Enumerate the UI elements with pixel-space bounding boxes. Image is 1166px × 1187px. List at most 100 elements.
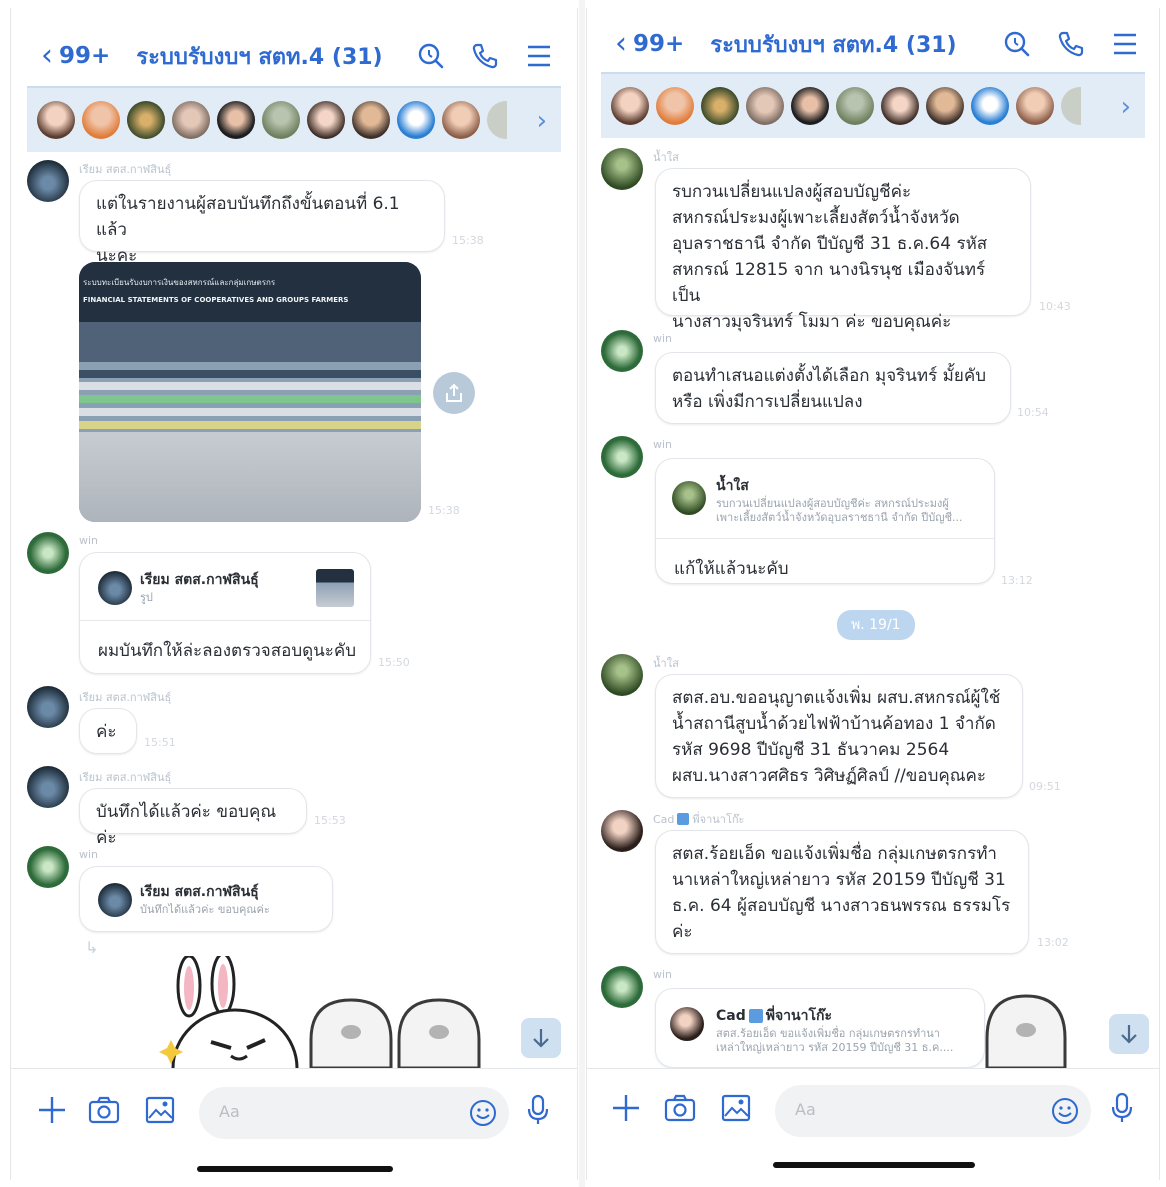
member-avatar[interactable] xyxy=(971,87,1009,125)
member-avatar[interactable] xyxy=(926,87,964,125)
sender-avatar[interactable] xyxy=(601,148,643,190)
back-button[interactable]: ‹ 99+ xyxy=(615,29,684,59)
search-icon[interactable] xyxy=(415,40,447,72)
sender-avatar[interactable] xyxy=(601,330,643,372)
plus-icon[interactable] xyxy=(609,1091,643,1125)
member-avatar[interactable] xyxy=(397,101,435,139)
phone-icon[interactable] xyxy=(469,40,501,72)
message-input[interactable]: Aa xyxy=(199,1087,509,1139)
message-input[interactable]: Aa xyxy=(775,1085,1091,1137)
message-text: ธ.ค. 64 ผู้สอบบัญชี นางสาวธนพรรณ ธรรมโร xyxy=(672,896,1011,916)
member-avatar[interactable] xyxy=(82,101,120,139)
message-bubble[interactable]: สตส.ร้อยเอ็ด ขอแจ้งเพิ่มชื่อ กลุ่มเกษตรก… xyxy=(655,830,1029,954)
image-region xyxy=(79,421,421,429)
hamburger-menu-icon[interactable] xyxy=(1109,28,1141,60)
phone-icon[interactable] xyxy=(1055,28,1087,60)
camera-icon[interactable] xyxy=(87,1093,121,1127)
shared-image[interactable]: ระบบทะเบียนรับงบการเงินของสหกรณ์และกลุ่ม… xyxy=(79,262,421,522)
reply-bubble[interactable]: เรียม สตส.กาฬสินธุ์ รูป ผมบันทึกให้ล่ะลอ… xyxy=(79,552,371,674)
member-avatar[interactable] xyxy=(37,101,75,139)
reply-bubble[interactable]: น้ำใส รบกวนเปลี่ยนแปลงผู้สอบบัญชีค่ะ สหก… xyxy=(655,458,995,584)
quoted-preview: รบกวนเปลี่ยนแปลงผู้สอบบัญชีค่ะ สหกรณ์ประ… xyxy=(716,497,949,510)
image-icon[interactable] xyxy=(143,1093,177,1127)
back-button[interactable]: ‹ 99+ xyxy=(41,41,110,71)
search-icon[interactable] xyxy=(1001,28,1033,60)
image-region xyxy=(79,395,421,403)
emoji-icon[interactable] xyxy=(1051,1097,1079,1129)
member-avatar[interactable] xyxy=(172,101,210,139)
message-bubble[interactable]: สตส.อบ.ขออนุญาตแจ้งเพิ่ม ผสบ.สหกรณ์ผู้ใช… xyxy=(655,674,1023,798)
message-bubble[interactable]: รบกวนเปลี่ยนแปลงผู้สอบบัญชีค่ะ สหกรณ์ประ… xyxy=(655,168,1031,332)
member-avatar[interactable] xyxy=(127,101,165,139)
sender-name-text: Cad xyxy=(653,812,675,826)
plus-icon[interactable] xyxy=(35,1093,69,1127)
sender-name: win xyxy=(79,848,99,861)
member-avatar[interactable] xyxy=(881,87,919,125)
member-avatar[interactable] xyxy=(262,101,300,139)
sender-avatar[interactable] xyxy=(601,436,643,478)
sender-avatar[interactable] xyxy=(27,766,69,808)
reply-bubble[interactable]: เรียม สตส.กาฬสินธุ์ บันทึกได้แล้วค่ะ ขอบ… xyxy=(79,866,333,932)
camera-icon[interactable] xyxy=(663,1091,697,1125)
member-avatar[interactable] xyxy=(656,87,694,125)
member-avatar[interactable] xyxy=(1016,87,1054,125)
image-caption: ระบบทะเบียนรับงบการเงินของสหกรณ์และกลุ่ม… xyxy=(83,278,276,287)
microphone-icon[interactable] xyxy=(521,1093,555,1127)
sender-avatar[interactable] xyxy=(27,532,69,574)
member-avatar-strip[interactable]: › xyxy=(27,86,561,152)
chevron-left-icon: ‹ xyxy=(41,38,53,73)
member-avatar[interactable] xyxy=(442,101,480,139)
message-bubble[interactable]: ตอนทำเสนอแต่งตั้งได้เลือก มุจรินทร์ มั้ย… xyxy=(655,352,1011,424)
badge-icon xyxy=(677,813,690,825)
hamburger-menu-icon[interactable] xyxy=(523,40,555,72)
member-avatar[interactable] xyxy=(1061,87,1081,125)
image-header-band xyxy=(79,262,421,322)
sender-avatar[interactable] xyxy=(27,846,69,888)
image-icon[interactable] xyxy=(719,1091,753,1125)
home-indicator[interactable] xyxy=(773,1162,975,1168)
arrow-down-icon[interactable] xyxy=(1109,1014,1149,1054)
member-avatar[interactable] xyxy=(307,101,345,139)
member-avatar-strip[interactable]: › xyxy=(601,72,1145,138)
quoted-avatar xyxy=(98,883,132,917)
member-avatar[interactable] xyxy=(746,87,784,125)
sender-avatar[interactable] xyxy=(27,686,69,728)
member-avatar[interactable] xyxy=(791,87,829,125)
share-icon[interactable] xyxy=(433,372,475,414)
emoji-icon[interactable] xyxy=(469,1099,497,1131)
chevron-right-icon[interactable]: › xyxy=(1121,92,1131,122)
sender-avatar[interactable] xyxy=(27,160,69,202)
message-text: ตอนทำเสนอแต่งตั้งได้เลือก มุจรินทร์ มั้ย… xyxy=(672,366,986,386)
image-caption: FINANCIAL STATEMENTS OF COOPERATIVES AND… xyxy=(83,296,349,304)
badge-icon xyxy=(748,1009,763,1023)
left-phone-screen: ‹ 99+ ระบบรับงบฯ สตท.4 (31) › เรียม สตส.… xyxy=(10,8,578,1180)
message-time: 15:38 xyxy=(428,504,460,517)
sender-avatar[interactable] xyxy=(601,810,643,852)
chat-header: ‹ 99+ ระบบรับงบฯ สตท.4 (31) xyxy=(11,24,577,88)
right-phone-screen: ‹ 99+ ระบบรับงบฯ สตท.4 (31) › น้ำใส รบกว… xyxy=(586,8,1160,1180)
message-input-bar: Aa xyxy=(11,1068,577,1168)
sender-avatar[interactable] xyxy=(601,654,643,696)
message-bubble[interactable]: ค่ะ xyxy=(79,708,137,754)
message-bubble[interactable]: แต่ในรายงานผู้สอบบันทึกถึงขั้นตอนที่ 6.1… xyxy=(79,180,445,266)
member-avatar[interactable] xyxy=(487,101,507,139)
message-bubble[interactable]: บันทึกได้แล้วค่ะ ขอบคุณค่ะ xyxy=(79,788,307,848)
member-avatar[interactable] xyxy=(611,87,649,125)
arrow-down-icon[interactable] xyxy=(521,1018,561,1058)
chevron-right-icon[interactable]: › xyxy=(537,106,547,136)
member-avatar[interactable] xyxy=(217,101,255,139)
reply-bubble[interactable]: Cad พี่จานาโก๊ะ สตส.ร้อยเอ็ด ขอแจ้งเพิ่ม… xyxy=(655,988,985,1068)
message-time: 15:50 xyxy=(378,656,410,669)
member-avatar[interactable] xyxy=(352,101,390,139)
image-region xyxy=(79,370,421,378)
seal-sticker[interactable] xyxy=(307,996,487,1070)
seal-sticker[interactable] xyxy=(983,992,1069,1070)
rabbit-sticker[interactable] xyxy=(147,952,317,1128)
member-avatar[interactable] xyxy=(836,87,874,125)
quoted-avatar xyxy=(672,481,706,515)
home-indicator[interactable] xyxy=(197,1166,393,1172)
sender-avatar[interactable] xyxy=(601,966,643,1008)
member-avatar[interactable] xyxy=(701,87,739,125)
message-text: แก้ให้แล้วนะคับ xyxy=(674,559,789,579)
microphone-icon[interactable] xyxy=(1105,1091,1139,1125)
